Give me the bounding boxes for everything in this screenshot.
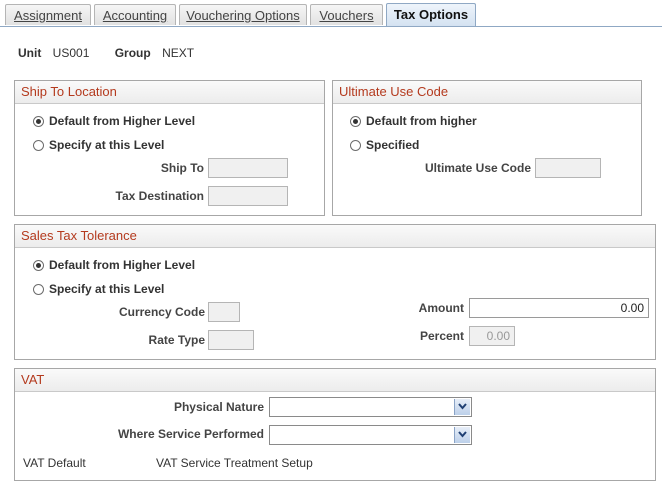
sales-tax-tolerance-box: Sales Tax Tolerance Default from Higher …	[14, 224, 656, 360]
rate-type-label: Rate Type	[148, 333, 205, 347]
chevron-down-icon[interactable]	[454, 399, 470, 415]
tab-vouchering-options-label: Vouchering Options	[186, 8, 300, 23]
radio-selected-icon	[33, 260, 44, 271]
radio-unselected-icon	[33, 140, 44, 151]
ultimate-use-default-label: Default from higher	[366, 114, 477, 128]
ship-to-location-box: Ship To Location Default from Higher Lev…	[14, 80, 325, 216]
tab-assignment[interactable]: Assignment	[5, 4, 91, 25]
tab-tax-options-label: Tax Options	[393, 7, 469, 22]
ultimate-use-code-field[interactable]	[535, 158, 601, 178]
unit-group-row: Unit US001 Group NEXT	[18, 46, 194, 60]
vat-default-link[interactable]: VAT Default	[23, 456, 86, 470]
vat-box: VAT Physical Nature Where Service Perfor…	[14, 368, 656, 481]
currency-code-label: Currency Code	[118, 305, 205, 319]
percent-field[interactable]: 0.00	[469, 326, 515, 346]
chevron-down-icon[interactable]	[454, 427, 470, 443]
ship-to-location-title: Ship To Location	[15, 81, 324, 104]
amount-label: Amount	[418, 301, 464, 315]
ultimate-use-default-radio[interactable]: Default from higher	[350, 113, 477, 129]
sales-tax-default-radio[interactable]: Default from Higher Level	[33, 257, 195, 273]
sales-tax-specify-radio[interactable]: Specify at this Level	[33, 281, 164, 297]
tab-bar: Assignment Accounting Vouchering Options…	[0, 0, 662, 27]
radio-selected-icon	[350, 116, 361, 127]
radio-unselected-icon	[33, 284, 44, 295]
ultimate-use-code-title: Ultimate Use Code	[333, 81, 641, 104]
unit-label: Unit	[18, 46, 42, 60]
vat-service-treatment-setup-link[interactable]: VAT Service Treatment Setup	[156, 456, 313, 470]
radio-selected-icon	[33, 116, 44, 127]
group-value: NEXT	[162, 46, 195, 60]
physical-nature-label: Physical Nature	[173, 400, 264, 414]
percent-label: Percent	[419, 329, 464, 343]
ultimate-use-code-label: Ultimate Use Code	[424, 161, 531, 175]
tab-tax-options[interactable]: Tax Options	[386, 3, 476, 26]
ship-to-field[interactable]	[208, 158, 288, 178]
where-service-performed-label: Where Service Performed	[117, 427, 264, 441]
unit-value: US001	[52, 46, 90, 60]
tax-destination-label: Tax Destination	[115, 189, 204, 203]
ship-to-default-label: Default from Higher Level	[49, 114, 196, 128]
where-service-performed-select[interactable]	[269, 425, 472, 445]
tab-divider	[0, 26, 662, 27]
sales-tax-default-label: Default from Higher Level	[49, 258, 196, 272]
tab-vouchers-label: Vouchers	[319, 8, 374, 23]
ultimate-use-specified-label: Specified	[366, 138, 420, 152]
tab-accounting-label: Accounting	[102, 8, 168, 23]
tab-assignment-label: Assignment	[14, 8, 82, 23]
group-label: Group	[114, 46, 151, 60]
tab-vouchering-options[interactable]: Vouchering Options	[179, 4, 307, 25]
ship-to-specify-label: Specify at this Level	[49, 138, 165, 152]
rate-type-field[interactable]	[208, 330, 254, 350]
vat-title: VAT	[15, 369, 655, 392]
tab-accounting[interactable]: Accounting	[94, 4, 176, 25]
tax-destination-field[interactable]	[208, 186, 288, 206]
ultimate-use-code-box: Ultimate Use Code Default from higher Sp…	[332, 80, 642, 216]
tab-vouchers[interactable]: Vouchers	[310, 4, 383, 25]
currency-code-field[interactable]	[208, 302, 240, 322]
amount-field[interactable]: 0.00	[469, 298, 649, 318]
ship-to-label: Ship To	[160, 161, 204, 175]
ultimate-use-specified-radio[interactable]: Specified	[350, 137, 419, 153]
ship-to-default-radio[interactable]: Default from Higher Level	[33, 113, 195, 129]
ship-to-specify-radio[interactable]: Specify at this Level	[33, 137, 164, 153]
sales-tax-tolerance-title: Sales Tax Tolerance	[15, 225, 655, 248]
radio-unselected-icon	[350, 140, 361, 151]
sales-tax-specify-label: Specify at this Level	[49, 282, 165, 296]
physical-nature-select[interactable]	[269, 397, 472, 417]
